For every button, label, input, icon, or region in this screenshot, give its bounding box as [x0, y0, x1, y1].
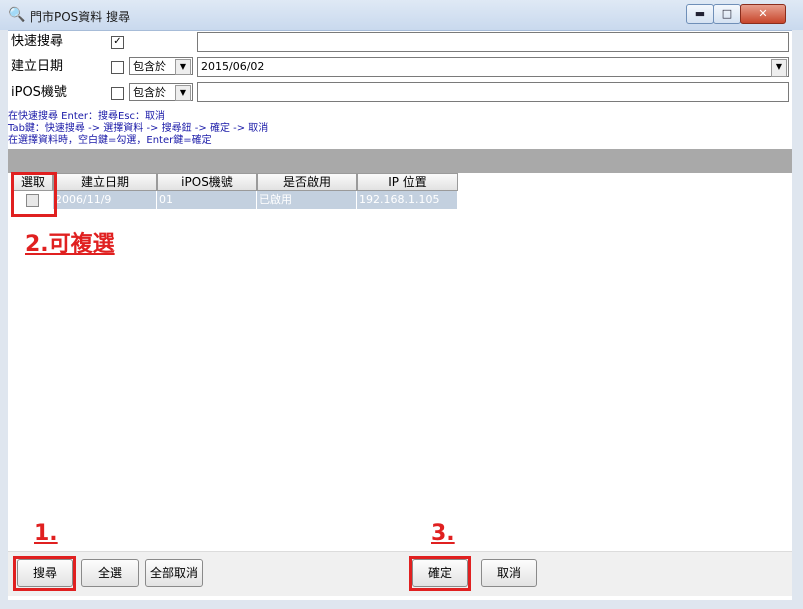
- annotation-step-1: 1.: [34, 521, 58, 546]
- ipos-value-input[interactable]: [197, 82, 789, 102]
- annotation-box-search: [13, 556, 76, 591]
- window-title: 門市POS資料 搜尋: [30, 10, 131, 24]
- close-button[interactable]: ✕: [740, 4, 786, 24]
- date-value: 2015/06/02: [201, 60, 265, 73]
- annotation-box-select: [11, 172, 57, 217]
- chevron-down-icon[interactable]: ▼: [175, 85, 191, 101]
- date-filter-checkbox[interactable]: [111, 61, 124, 74]
- window-frame-right: [792, 30, 803, 609]
- date-operator-value: 包含於: [133, 60, 166, 73]
- clear-all-button[interactable]: 全部取消: [145, 559, 203, 587]
- ipos-operator-select[interactable]: 包含於 ▼: [129, 83, 193, 101]
- title-bar[interactable]: 🔍 門市POS資料 搜尋 ▬ □ ✕: [0, 0, 803, 31]
- quick-search-checkbox[interactable]: ✓: [111, 36, 124, 49]
- cell-date[interactable]: 2006/11/9: [53, 191, 157, 209]
- quick-search-input[interactable]: [197, 32, 789, 52]
- date-filter-label: 建立日期: [11, 59, 64, 74]
- column-header-ip[interactable]: IP 位置: [357, 173, 458, 191]
- cell-ip[interactable]: 192.168.1.105: [357, 191, 458, 209]
- column-header-enabled[interactable]: 是否啟用: [257, 173, 357, 191]
- date-value-select[interactable]: 2015/06/02 ▼: [197, 57, 789, 77]
- select-all-button[interactable]: 全選: [81, 559, 139, 587]
- ipos-filter-label: iPOS機號: [11, 85, 67, 100]
- results-header-bar: [8, 149, 792, 173]
- column-header-date[interactable]: 建立日期: [53, 173, 157, 191]
- checkmark-icon: ✓: [113, 36, 122, 47]
- annotation-box-ok: [409, 556, 471, 591]
- window-frame-bottom: [0, 600, 803, 609]
- annotation-step-3: 3.: [431, 521, 455, 546]
- minimize-button[interactable]: ▬: [686, 4, 714, 24]
- maximize-button[interactable]: □: [713, 4, 741, 24]
- annotation-multi-select: 2.可複選: [25, 232, 115, 257]
- hint-line: 在選擇資料時，空白鍵=勾選，Enter鍵=確定: [8, 135, 212, 146]
- cell-enabled[interactable]: 已啟用: [257, 191, 357, 209]
- chevron-down-icon[interactable]: ▼: [175, 59, 191, 75]
- ipos-filter-checkbox[interactable]: [111, 87, 124, 100]
- search-magnifier-icon: 🔍: [8, 7, 26, 23]
- quick-search-label: 快速搜尋: [11, 34, 64, 49]
- chevron-down-icon[interactable]: ▼: [771, 59, 787, 77]
- date-operator-select[interactable]: 包含於 ▼: [129, 57, 193, 75]
- window-frame-left: [0, 30, 8, 609]
- cell-ipos[interactable]: 01: [157, 191, 257, 209]
- ipos-operator-value: 包含於: [133, 86, 166, 99]
- column-header-ipos[interactable]: iPOS機號: [157, 173, 257, 191]
- cancel-button[interactable]: 取消: [481, 559, 537, 587]
- search-dialog-window: 🔍 門市POS資料 搜尋 ▬ □ ✕ 快速搜尋 ✓ 建立日期 包含於 ▼ 201…: [0, 0, 803, 609]
